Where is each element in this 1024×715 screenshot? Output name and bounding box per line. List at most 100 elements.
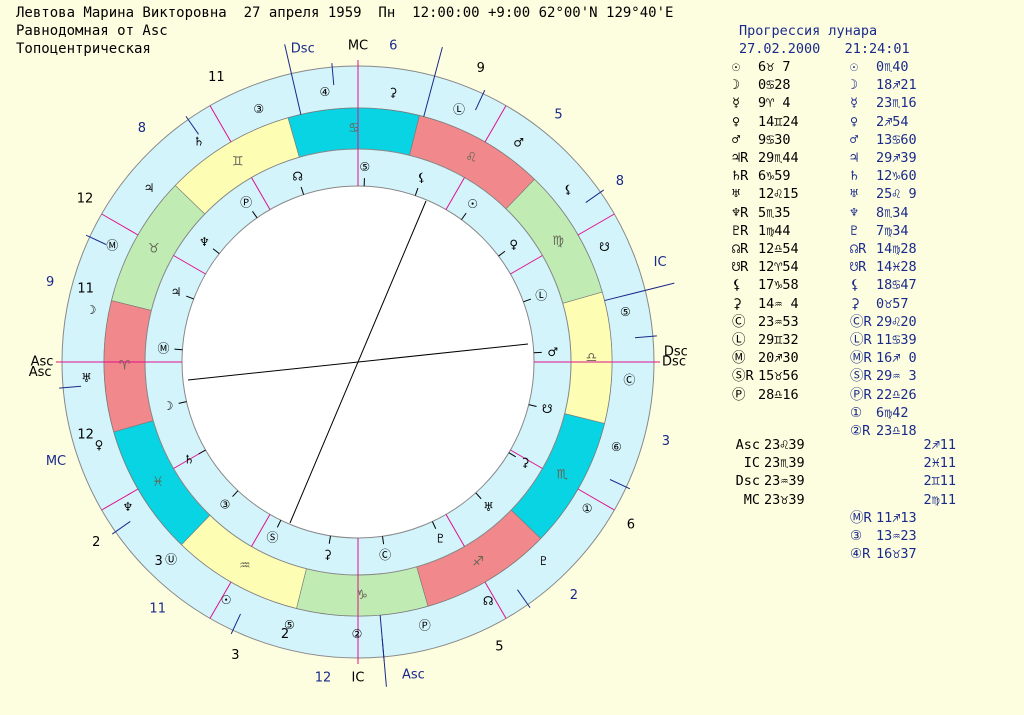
position-row: ♀ 14♊24 ♀ 2♐54 — [712, 113, 1022, 131]
axis-label: MC — [348, 39, 368, 54]
natal-planet-glyph: Ⓟ — [240, 195, 252, 209]
position-row: ♅ 12♌15 ♅ 25♌ 9 — [712, 185, 1022, 203]
natal-planet-position: 1♍44 — [758, 222, 791, 239]
progressed-planet-position: 7♍34 — [876, 222, 909, 239]
progressed-planet-position: 11♋39 — [876, 332, 917, 348]
natal-planet-glyph: ♄ — [184, 453, 195, 467]
progressed-planet-glyph: ♂ — [850, 131, 859, 148]
progressed-planet-glyph: ♇ — [850, 222, 859, 239]
progressed-planet-position: 18♋47 — [876, 277, 917, 294]
horoscope-wheel[interactable]: ♋♊♉♈♓♒♑♐♏♎♍♌DscMCAscIC121123Dsc 6958ICDsc… — [0, 0, 712, 715]
outer-house-label: MC — [46, 454, 66, 469]
progressed-planet-glyph: ⓈR — [850, 368, 872, 385]
zodiac-sign-glyph: ♓ — [152, 475, 164, 490]
progressed-planet-glyph: ♀ — [95, 438, 104, 452]
natal-planet-glyph: ♆R — [732, 204, 749, 221]
natal-planet-glyph: Ⓜ — [157, 341, 169, 355]
position-row: ⚸ 17♑58 ⚸ 18♋47 — [712, 276, 1022, 294]
progressed-planet-glyph: ☋ — [599, 240, 610, 254]
progressed-planet-glyph: ♅ — [81, 371, 92, 385]
natal-planet-glyph: Ⓛ — [732, 332, 746, 348]
position-row: ☊R 12♎54 ☊R 14♍28 — [712, 240, 1022, 258]
natal-angle-position: 23♉39 — [764, 491, 805, 508]
house-number: 11 — [77, 282, 94, 297]
natal-planet-glyph: ♇ — [435, 532, 446, 546]
natal-planet-tick — [174, 348, 183, 351]
natal-planet-glyph: ⚳ — [323, 548, 332, 562]
progressed-planet-glyph: ♆ — [850, 204, 859, 221]
progressed-planet-glyph: ♇ — [538, 554, 549, 568]
progressed-point-position: 11♐13 — [876, 510, 917, 526]
outer-house-label: 3 — [231, 648, 239, 663]
progressed-angle-position: 2♓11 — [923, 455, 956, 472]
natal-planet-position: 0♋28 — [758, 77, 791, 94]
outer-house-label: Dsc — [291, 41, 315, 56]
outer-house-label: 6 — [389, 38, 397, 53]
angle-row: Asc 23♌39 2♐11 — [712, 436, 1022, 454]
natal-planet-glyph: ③ — [220, 498, 231, 512]
progressed-planet-glyph: ♃ — [144, 181, 155, 195]
progressed-planet-glyph: ♆ — [122, 500, 133, 514]
progressed-planet-glyph: Ⓜ — [106, 238, 118, 252]
natal-planet-glyph: Ⓟ — [732, 386, 746, 403]
natal-planet-position: 5♏35 — [758, 204, 791, 221]
progressed-point-position: 13♒23 — [876, 528, 917, 545]
outer-house-label: Asc — [402, 668, 425, 683]
outer-house-label: 11 — [149, 601, 166, 616]
progressed-planet-glyph: ☊ — [483, 594, 494, 608]
progressed-planet-position: 14♍28 — [876, 241, 917, 257]
position-row: ♂ 9♋30 ♂ 13♋60 — [712, 131, 1022, 149]
progressed-planet-position: 0♉57 — [876, 295, 909, 312]
natal-planet-position: 15♉56 — [758, 368, 799, 385]
angle-label: MC — [743, 491, 760, 508]
progressed-angle-position: 2♊11 — [923, 473, 956, 490]
progressed-planet-glyph: ⑤ — [284, 618, 295, 632]
position-row: ♄R 6♑59 ♄ 12♑60 — [712, 167, 1022, 185]
progressed-planet-glyph: ☽ — [850, 77, 859, 94]
natal-angle-position: 23♒39 — [764, 473, 805, 490]
zodiac-sign-glyph: ♉ — [148, 241, 160, 256]
progressed-planet-glyph: ♄ — [850, 168, 859, 185]
position-row: Ⓛ 29♊32 ⓁR 11♋39 — [712, 331, 1022, 349]
progressed-planet-glyph: ⑤ — [620, 305, 631, 319]
house-number: 3 — [154, 554, 162, 569]
progressed-angle-position: 2♐11 — [923, 437, 956, 453]
progressed-point-glyph: ③ — [850, 528, 863, 545]
natal-planet-position: 12♌15 — [758, 186, 799, 203]
progressed-planet-position: 29♌20 — [876, 313, 917, 330]
angle-label: IC — [743, 455, 760, 472]
outer-house-label: 9 — [477, 61, 485, 76]
zodiac-sign-glyph: ♎ — [586, 350, 598, 365]
natal-planet-glyph: ☽ — [732, 77, 741, 94]
progressed-planet-glyph: ⚸ — [564, 182, 573, 196]
position-row: ① 6♍42 — [712, 404, 1022, 422]
natal-planet-position: 17♑58 — [758, 277, 799, 294]
position-row: ☉ 6♉ 7 ☉ 0♏40 — [712, 58, 1022, 76]
progressed-point-glyph: ④R — [850, 546, 871, 563]
progressed-planet-glyph: ⚳ — [850, 295, 860, 312]
natal-planet-glyph: ♂ — [732, 131, 741, 148]
panel-title: Прогрессия лунара — [739, 23, 878, 39]
outer-house-label: 11 — [208, 70, 225, 85]
natal-planet-position: 14♒ 4 — [758, 295, 799, 312]
natal-planet-position: 29♊32 — [758, 332, 799, 348]
progressed-planet-glyph: ☋R — [850, 259, 867, 276]
position-row: ♇R 1♍44 ♇ 7♍34 — [712, 222, 1022, 240]
natal-angle-position: 23♌39 — [764, 437, 805, 453]
outer-house-label: 5 — [554, 108, 562, 123]
progressed-planet-position: 13♋60 — [876, 131, 917, 148]
natal-planet-glyph: ☉ — [467, 197, 478, 211]
progressed-planet-position: 14♓28 — [876, 259, 917, 276]
natal-planet-glyph: ☊R — [732, 241, 749, 257]
outer-house-label: 8 — [616, 174, 624, 189]
natal-planet-glyph: Ⓒ — [379, 548, 391, 562]
natal-planet-glyph: ☊ — [292, 170, 303, 184]
zodiac-sign-glyph: ♍ — [552, 234, 564, 249]
natal-planet-glyph: ♅ — [732, 186, 741, 203]
natal-planet-position: 28♎16 — [758, 386, 799, 403]
house-number: 12 — [77, 427, 94, 442]
natal-planet-glyph: ☽ — [163, 399, 174, 413]
angle-row: IC 23♏39 2♓11 — [712, 454, 1022, 472]
progressed-planet-glyph: ♄ — [194, 134, 205, 148]
natal-planet-glyph: ⚳ — [732, 295, 742, 312]
